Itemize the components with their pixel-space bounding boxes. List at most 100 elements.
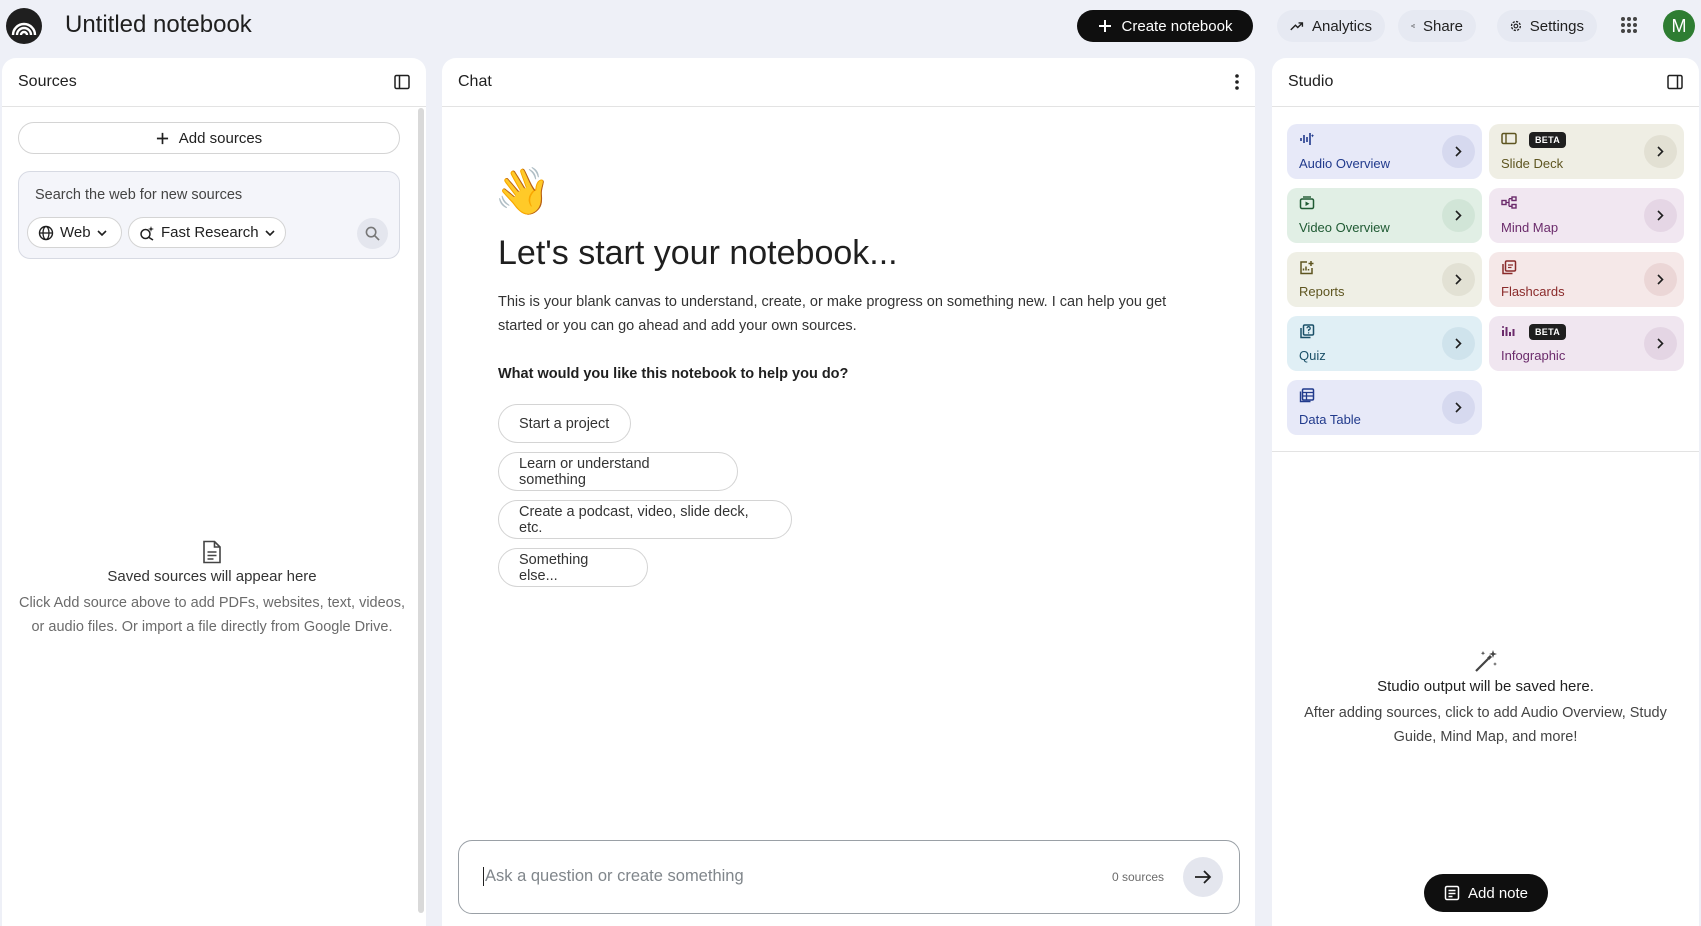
sparkle-search-icon xyxy=(140,225,154,241)
web-search-box: Search the web for new sources Web Fast … xyxy=(18,171,400,259)
avatar[interactable]: M xyxy=(1663,10,1695,42)
source-count: 0 sources xyxy=(1112,870,1165,884)
studio-tile-infographic[interactable]: BETA Infographic xyxy=(1489,316,1684,371)
beta-badge: BETA xyxy=(1529,132,1567,148)
waving-hand-emoji: 👋 xyxy=(494,165,552,217)
chat-input-box[interactable]: Ask a question or create something 0 sou… xyxy=(458,840,1240,914)
more-vert-icon[interactable] xyxy=(1235,74,1239,90)
report-icon xyxy=(1300,261,1314,275)
plus-icon xyxy=(1098,20,1111,32)
tile-label: Flashcards xyxy=(1501,284,1565,299)
studio-tile-audio-overview[interactable]: Audio Overview xyxy=(1287,124,1482,179)
chevron-down-icon xyxy=(264,229,275,236)
add-sources-label: Add sources xyxy=(178,129,263,147)
tile-label: Infographic xyxy=(1501,348,1566,363)
studio-tile-slide-deck[interactable]: BETA Slide Deck xyxy=(1489,124,1684,179)
tile-label: Slide Deck xyxy=(1501,156,1564,171)
chat-intro-text: This is your blank canvas to understand,… xyxy=(498,294,1167,334)
studio-tile-video-overview[interactable]: Video Overview xyxy=(1287,188,1482,243)
share-button[interactable]: Share xyxy=(1398,10,1476,42)
chevron-right-icon[interactable] xyxy=(1644,263,1677,296)
chat-question: What would you like this notebook to hel… xyxy=(498,366,849,382)
add-note-button[interactable]: Add note xyxy=(1424,874,1548,912)
chevron-right-icon[interactable] xyxy=(1442,199,1475,232)
analytics-button[interactable]: Analytics xyxy=(1277,10,1385,42)
studio-empty-description: After adding sources, click to add Audio… xyxy=(1304,705,1667,745)
chevron-right-icon[interactable] xyxy=(1442,135,1475,168)
studio-tile-reports[interactable]: Reports xyxy=(1287,252,1482,307)
send-button[interactable] xyxy=(1183,857,1223,897)
notebook-title[interactable]: Untitled notebook xyxy=(65,11,252,39)
mind-map-icon xyxy=(1501,196,1517,209)
share-label: Share xyxy=(1422,17,1463,35)
sources-empty-description: Click Add source above to add PDFs, webs… xyxy=(18,595,406,635)
top-bar: Untitled notebook Create notebook Analyt… xyxy=(0,0,1701,52)
chevron-right-icon[interactable] xyxy=(1644,327,1677,360)
sources-header: Sources xyxy=(2,58,426,107)
trending-up-icon xyxy=(1290,22,1304,31)
tile-label: Reports xyxy=(1299,284,1345,299)
flashcards-icon xyxy=(1502,260,1517,275)
chevron-down-icon xyxy=(97,229,107,236)
studio-tile-flashcards[interactable]: Flashcards xyxy=(1489,252,1684,307)
collapse-panel-icon[interactable] xyxy=(1667,74,1683,90)
studio-empty-state: Studio output will be saved here. After … xyxy=(1282,648,1689,749)
apps-grid-icon[interactable] xyxy=(1620,16,1638,34)
web-source-dropdown[interactable]: Web xyxy=(27,217,122,248)
create-notebook-button[interactable]: Create notebook xyxy=(1077,10,1253,42)
note-icon xyxy=(1444,885,1460,901)
quiz-icon xyxy=(1300,324,1315,339)
chat-panel: Chat 👋 Let's start your notebook... This… xyxy=(442,58,1255,926)
chat-title: Chat xyxy=(458,73,492,90)
chevron-right-icon[interactable] xyxy=(1442,263,1475,296)
suggestion-start-project[interactable]: Start a project xyxy=(498,404,631,443)
studio-header: Studio xyxy=(1272,58,1699,107)
analytics-label: Analytics xyxy=(1311,17,1372,35)
chevron-right-icon[interactable] xyxy=(1644,135,1677,168)
suggestion-create-media[interactable]: Create a podcast, video, slide deck, etc… xyxy=(498,500,792,539)
tile-label: Data Table xyxy=(1299,412,1361,427)
studio-title: Studio xyxy=(1288,73,1334,90)
add-note-label: Add note xyxy=(1467,884,1529,902)
studio-tile-quiz[interactable]: Quiz xyxy=(1287,316,1482,371)
web-search-input[interactable]: Search the web for new sources xyxy=(35,187,242,203)
sources-title: Sources xyxy=(18,73,77,90)
settings-label: Settings xyxy=(1529,17,1584,35)
slides-icon xyxy=(1501,132,1517,145)
studio-tile-data-table[interactable]: Data Table xyxy=(1287,380,1482,435)
tile-label: Mind Map xyxy=(1501,220,1559,235)
notebooklm-logo-icon[interactable] xyxy=(6,8,42,44)
collapse-panel-icon[interactable] xyxy=(394,74,410,90)
research-mode-dropdown[interactable]: Fast Research xyxy=(128,217,286,248)
chevron-right-icon[interactable] xyxy=(1442,327,1475,360)
tile-label: Quiz xyxy=(1299,348,1326,363)
sources-scrollbar[interactable] xyxy=(418,108,424,913)
plus-icon xyxy=(156,132,168,144)
research-chip-label: Fast Research xyxy=(161,224,259,241)
search-submit-button[interactable] xyxy=(357,218,388,249)
arrow-right-icon xyxy=(1195,870,1212,884)
web-chip-label: Web xyxy=(60,224,91,241)
chat-header: Chat xyxy=(442,58,1255,107)
add-sources-button[interactable]: Add sources xyxy=(18,122,400,154)
suggestion-something-else[interactable]: Something else... xyxy=(498,548,648,587)
table-icon xyxy=(1299,388,1315,403)
suggestion-learn[interactable]: Learn or understand something xyxy=(498,452,738,491)
sources-empty-title: Saved sources will appear here xyxy=(107,568,317,585)
chevron-right-icon[interactable] xyxy=(1442,391,1475,424)
globe-icon xyxy=(38,225,54,240)
audio-waveform-icon xyxy=(1300,133,1315,145)
studio-empty-title: Studio output will be saved here. xyxy=(1377,678,1594,695)
tile-label: Video Overview xyxy=(1299,220,1390,235)
search-icon xyxy=(365,226,380,241)
chat-heading: Let's start your notebook... xyxy=(498,234,898,272)
infographic-icon xyxy=(1502,326,1515,336)
settings-button[interactable]: Settings xyxy=(1497,10,1597,42)
gear-icon xyxy=(1510,20,1521,32)
studio-divider xyxy=(1272,451,1699,452)
document-icon xyxy=(203,540,221,564)
chat-input[interactable]: Ask a question or create something xyxy=(483,867,744,886)
studio-tile-mind-map[interactable]: Mind Map xyxy=(1489,188,1684,243)
studio-panel: Studio Audio Overview BETA Slide Deck Vi… xyxy=(1272,58,1699,926)
chevron-right-icon[interactable] xyxy=(1644,199,1677,232)
